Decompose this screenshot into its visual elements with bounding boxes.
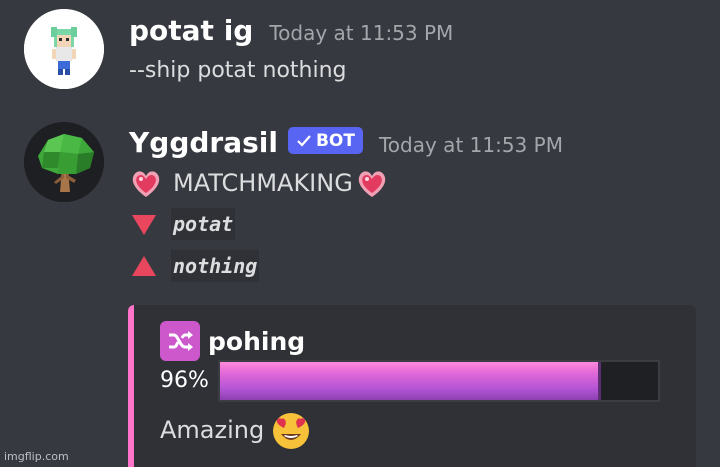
watermark: imgflip.com [4,450,69,463]
red-triangle-up-icon [132,256,156,276]
sparkling-heart-icon [132,171,160,197]
timestamp[interactable]: Today at 11:53 PM [269,21,453,45]
shuffle-icon [160,321,200,361]
author-name[interactable]: Yggdrasil [129,126,278,159]
timestamp[interactable]: Today at 11:53 PM [379,133,563,157]
embed-title-row: pohing [160,321,305,361]
sparkling-heart-icon [358,171,386,197]
heart-eyes-emoji-icon [273,413,310,449]
progress-bar-fill [220,362,602,400]
verdict-text: Amazing [160,416,265,444]
name-up: nothing [171,250,260,282]
bot-tag: BOT [287,127,363,154]
matchmaking-label: MATCHMAKING [173,169,353,197]
checkmark-icon [297,134,311,147]
verdict-row: Amazing [160,409,312,451]
embed-title: pohing [208,326,306,356]
ship-embed: pohing 96% Amazing [128,305,696,467]
bot-tag-label: BOT [315,130,355,151]
pixel-character-icon [24,9,104,89]
avatar-yggdrasil[interactable] [24,122,104,202]
percent-label: 96% [160,368,209,393]
tree-icon [24,122,104,202]
message-content: --ship potat nothing [129,58,347,83]
name-down-line: potat [129,208,236,240]
name-down: potat [171,208,236,240]
compatibility-progress-bar [218,360,660,402]
matchmaking-line: MATCHMAKING [129,166,389,200]
name-up-line: nothing [129,250,260,282]
red-triangle-down-icon [132,215,156,235]
author-name[interactable]: potat ig [129,14,253,47]
avatar-potat[interactable] [24,9,104,89]
